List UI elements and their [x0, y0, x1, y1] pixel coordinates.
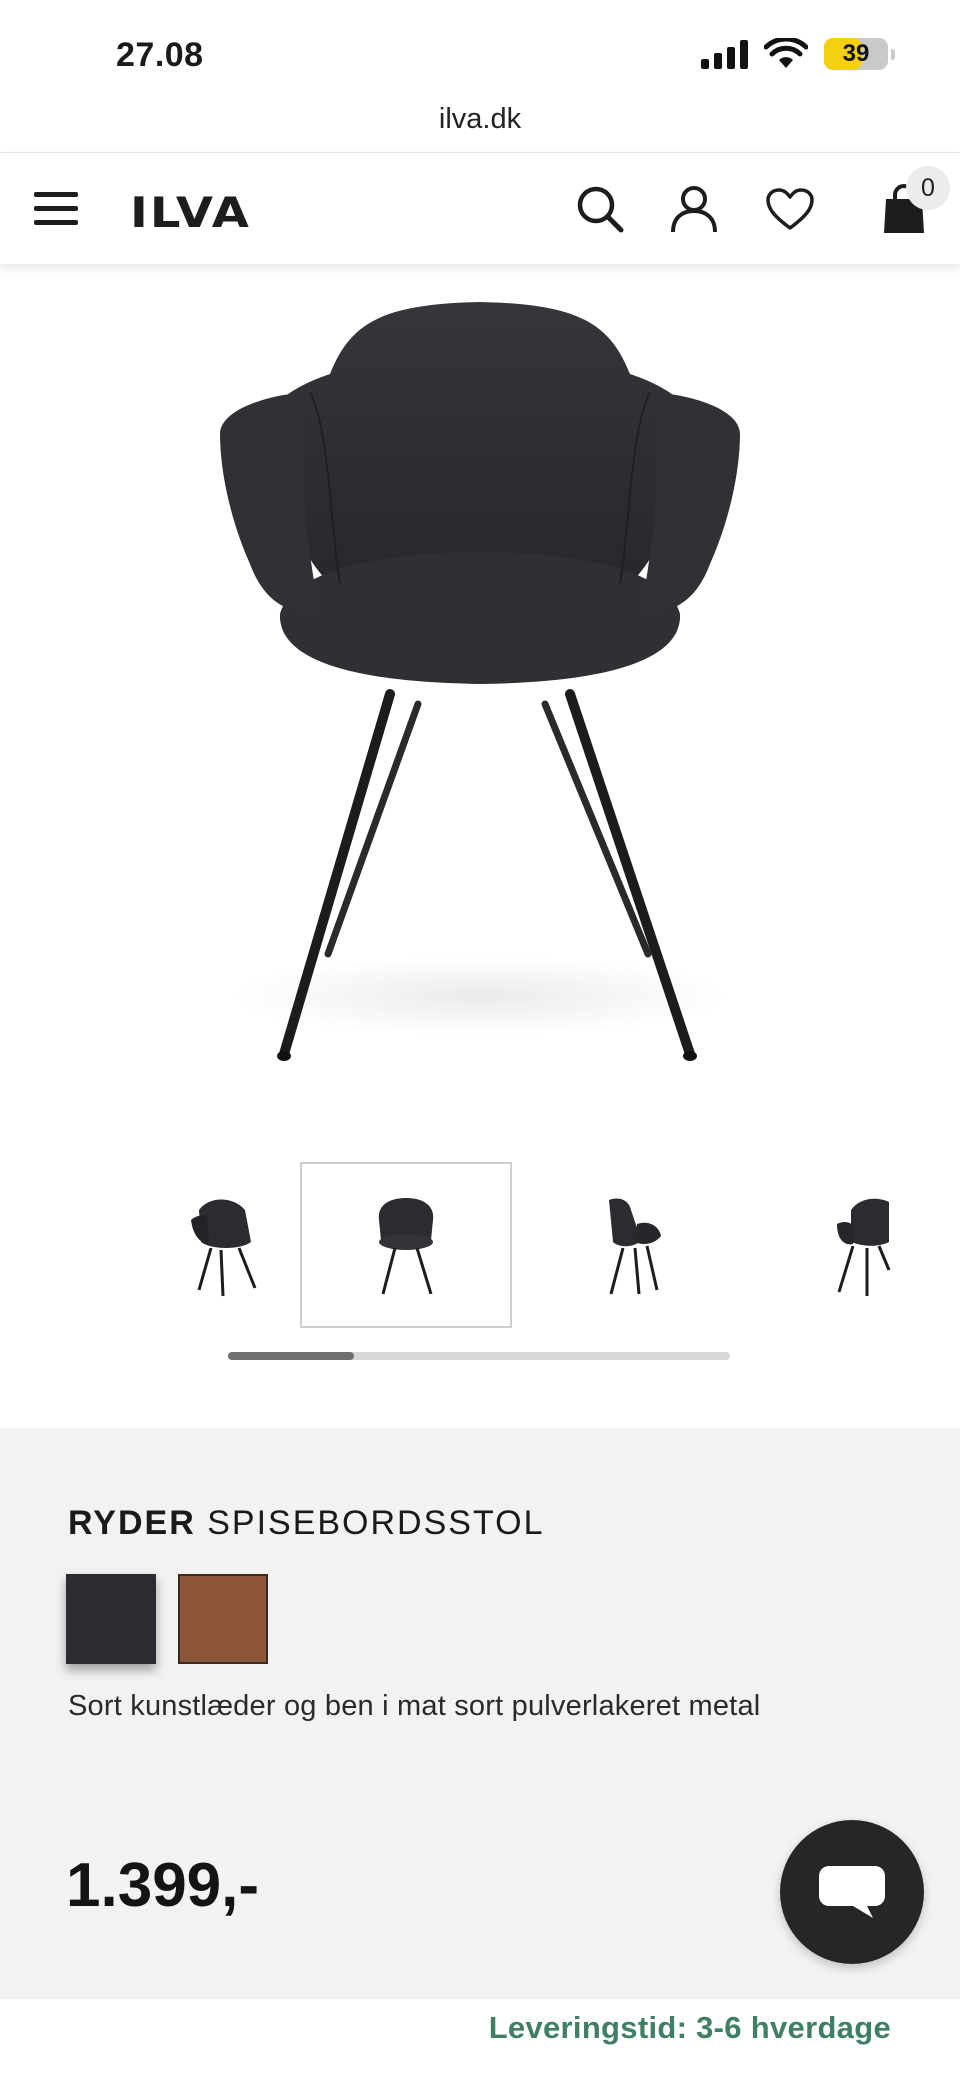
product-description: Sort kunstlæder og ben i mat sort pulver…: [68, 1690, 761, 1722]
gallery-scrollbar-thumb[interactable]: [228, 1352, 354, 1360]
menu-icon: [34, 192, 78, 225]
chair-thumbnail-image: [191, 1199, 257, 1297]
chair-thumbnail-image: [378, 1198, 434, 1295]
status-bar: 27.08 39 ilva.dk: [0, 0, 960, 135]
menu-button[interactable]: [28, 181, 84, 237]
ilva-logo[interactable]: ILVA: [130, 188, 251, 237]
battery-icon: 39: [824, 38, 895, 70]
account-button[interactable]: [666, 181, 722, 237]
user-icon: [671, 186, 717, 233]
product-main-image[interactable]: [150, 284, 810, 1084]
wifi-icon: [764, 38, 808, 68]
chair-thumbnail-image: [609, 1198, 661, 1295]
search-icon: [577, 186, 624, 233]
battery-level: 39: [842, 40, 870, 67]
search-button[interactable]: [572, 181, 628, 237]
chair-image: [220, 302, 740, 1061]
color-swatch-black[interactable]: [66, 1574, 156, 1664]
thumbnail-3[interactable]: [528, 1162, 740, 1328]
thumbnail-4[interactable]: [746, 1162, 900, 1328]
thumbnail-2[interactable]: [300, 1162, 512, 1328]
product-title: RYDER SPISEBORDSSTOL: [68, 1504, 544, 1543]
chat-button[interactable]: [780, 1820, 924, 1964]
chat-bubble-icon: [819, 1866, 885, 1918]
heart-icon: [766, 188, 814, 230]
cart-count-badge: 0: [906, 166, 950, 210]
delivery-time: Leveringstid: 3-6 hverdage: [488, 2010, 891, 2045]
wishlist-button[interactable]: [760, 181, 820, 237]
thumbnail-strip[interactable]: [120, 1162, 900, 1328]
product-name: SPISEBORDSSTOL: [207, 1504, 545, 1542]
product-info-panel: RYDER SPISEBORDSSTOL Sort kunstlæder og …: [0, 1428, 960, 2077]
status-time: 27.08: [116, 36, 204, 74]
chair-thumbnail-image: [837, 1198, 891, 1296]
color-swatch-brown[interactable]: [178, 1574, 268, 1664]
status-icons: 39: [701, 38, 895, 70]
gallery-scrollbar[interactable]: [228, 1352, 730, 1360]
product-brand: RYDER: [68, 1504, 196, 1542]
site-header: ILVA: [0, 152, 960, 264]
cellular-signal-icon: [701, 39, 748, 69]
product-price: 1.399,-: [66, 1851, 260, 1920]
browser-url[interactable]: ilva.dk: [0, 103, 960, 136]
